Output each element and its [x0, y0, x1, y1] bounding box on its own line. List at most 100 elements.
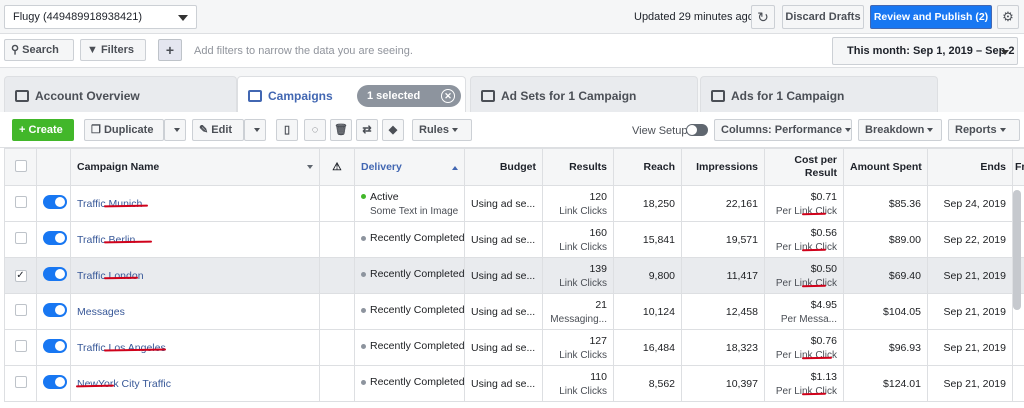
spent-cell: $96.93 — [843, 329, 928, 366]
col-budget[interactable]: Budget — [464, 148, 543, 186]
row-select-cell[interactable]: ✓ — [4, 257, 37, 294]
duplicate-dropdown[interactable] — [164, 119, 186, 141]
rules-label: Rules — [419, 124, 449, 136]
col-delivery[interactable]: Delivery — [354, 148, 465, 186]
reach-cell: 16,484 — [613, 329, 682, 366]
select-all-checkbox[interactable] — [14, 159, 27, 172]
cost-cell: $0.71 Per Link Click — [764, 185, 844, 222]
row-toggle-cell[interactable] — [36, 365, 71, 402]
create-button[interactable]: + Create — [12, 119, 74, 141]
campaign-name-link[interactable]: Traffic Berlin — [77, 234, 135, 246]
preview-button[interactable]: ⇄ — [356, 119, 378, 141]
row-toggle-cell[interactable] — [36, 293, 71, 330]
results-cell: 160 Link Clicks — [542, 221, 614, 258]
clipboard-button[interactable]: ▯ — [276, 119, 298, 141]
selected-count-pill[interactable]: 1 selected ✕ — [357, 85, 461, 107]
col-results[interactable]: Results — [542, 148, 614, 186]
row-checkbox[interactable] — [14, 340, 27, 352]
campaign-name-cell[interactable]: Messages — [70, 293, 320, 330]
campaign-name-cell[interactable]: Traffic London — [70, 257, 320, 294]
row-toggle-cell[interactable] — [36, 257, 71, 294]
add-filter-button[interactable]: + — [158, 39, 182, 61]
campaign-name-link[interactable]: Traffic Los Angeles — [77, 342, 166, 354]
view-setup-toggle[interactable] — [686, 124, 708, 136]
select-all-cell[interactable] — [4, 148, 37, 186]
col-reach[interactable]: Reach — [613, 148, 682, 186]
row-toggle-cell[interactable] — [36, 185, 71, 222]
spent-cell: $104.05 — [843, 293, 928, 330]
ends-cell: Sep 22, 2019 — [927, 221, 1013, 258]
col-amount-spent[interactable]: Amount Spent — [843, 148, 928, 186]
discard-drafts-button[interactable]: Discard Drafts — [782, 5, 864, 29]
campaign-name-link[interactable]: NewYork City Traffic — [77, 378, 171, 390]
campaign-name-link[interactable]: Traffic Munich — [77, 198, 142, 210]
budget-cell: Using ad se... — [464, 221, 543, 258]
col-ends[interactable]: Ends — [927, 148, 1013, 186]
settings-button[interactable]: ⚙ — [997, 5, 1019, 29]
campaign-toggle[interactable] — [43, 195, 67, 209]
col-frequency[interactable]: Fre — [1012, 148, 1024, 186]
close-icon[interactable]: ✕ — [441, 89, 455, 103]
row-checkbox[interactable]: ✓ — [14, 270, 27, 282]
archive-button[interactable]: ◌ — [304, 119, 326, 141]
row-select-cell[interactable] — [4, 293, 37, 330]
col-cost-per-result[interactable]: Cost per Result — [764, 148, 844, 186]
table-row[interactable]: Traffic Munich Active Some Text in Image Us… — [4, 185, 1024, 222]
tab-ads[interactable]: Ads for 1 Campaign — [700, 76, 938, 112]
row-checkbox[interactable] — [14, 232, 27, 244]
row-select-cell[interactable] — [4, 365, 37, 402]
edit-label: Edit — [211, 124, 233, 136]
edit-button[interactable]: ✎ Edit — [192, 119, 244, 141]
campaign-name-cell[interactable]: Traffic Los Angeles — [70, 329, 320, 366]
cost-value: $0.76 — [810, 334, 837, 347]
rules-button[interactable]: Rules — [412, 119, 472, 141]
duplicate-button[interactable]: ❐ Duplicate — [84, 119, 164, 141]
reports-button[interactable]: Reports — [948, 119, 1020, 141]
table-row[interactable]: Traffic Los Angeles Recently Completed Usi… — [4, 329, 1024, 366]
search-button[interactable]: ⚲ Search — [4, 39, 74, 73]
tab-account-overview[interactable]: Account Overview — [4, 76, 237, 112]
campaign-name-cell[interactable]: Traffic Munich — [70, 185, 320, 222]
table-row[interactable]: ✓ Traffic London Recently Completed Using a… — [4, 257, 1024, 294]
table-row[interactable]: Messages Recently Completed Using ad se...… — [4, 293, 1024, 330]
campaign-name-cell[interactable]: Traffic Berlin — [70, 221, 320, 258]
duplicate-label: Duplicate — [103, 124, 154, 136]
campaign-toggle[interactable] — [43, 303, 67, 317]
review-publish-button[interactable]: Review and Publish (2) — [870, 5, 992, 29]
account-selector[interactable]: Flugy (449489918938421) — [4, 5, 197, 29]
row-checkbox[interactable] — [14, 196, 27, 208]
campaign-toggle[interactable] — [43, 375, 67, 389]
row-toggle-cell[interactable] — [36, 221, 71, 258]
ends-cell: Sep 24, 2019 — [927, 185, 1013, 222]
campaign-name-link[interactable]: Traffic London — [77, 270, 144, 282]
campaign-toggle[interactable] — [43, 231, 67, 245]
campaign-name-link[interactable]: Messages — [77, 306, 125, 318]
delete-button[interactable]: 🗑 — [330, 119, 352, 141]
edit-dropdown[interactable] — [244, 119, 266, 141]
campaign-toggle[interactable] — [43, 339, 67, 353]
plus-icon: + — [19, 124, 26, 136]
col-campaign-name[interactable]: Campaign Name — [70, 148, 320, 186]
table-scrollbar[interactable] — [1013, 190, 1021, 310]
campaign-toggle[interactable] — [43, 267, 67, 281]
table-row[interactable]: Traffic Berlin Recently Completed Using ad… — [4, 221, 1024, 258]
row-toggle-cell[interactable] — [36, 329, 71, 366]
row-select-cell[interactable] — [4, 185, 37, 222]
refresh-button[interactable]: ↻ — [751, 5, 775, 29]
row-checkbox[interactable] — [14, 376, 27, 388]
table-row[interactable]: NewYork City Traffic Recently Completed Us… — [4, 365, 1024, 402]
reach-cell: 15,841 — [613, 221, 682, 258]
row-select-cell[interactable] — [4, 329, 37, 366]
date-range-picker[interactable]: This month: Sep 1, 2019 – Sep 2 — [832, 37, 1018, 65]
tab-ad-sets[interactable]: Ad Sets for 1 Campaign — [470, 76, 698, 112]
row-select-cell[interactable] — [4, 221, 37, 258]
spent-cell: $85.36 — [843, 185, 928, 222]
row-checkbox[interactable] — [14, 304, 27, 316]
breakdown-button[interactable]: Breakdown — [858, 119, 942, 141]
reports-label: Reports — [955, 124, 997, 136]
col-impressions[interactable]: Impressions — [681, 148, 765, 186]
campaign-name-cell[interactable]: NewYork City Traffic — [70, 365, 320, 402]
filters-button[interactable]: ▼ Filters — [80, 39, 146, 73]
columns-button[interactable]: Columns: Performance — [714, 119, 852, 141]
tag-button[interactable]: ◆ — [382, 119, 404, 141]
